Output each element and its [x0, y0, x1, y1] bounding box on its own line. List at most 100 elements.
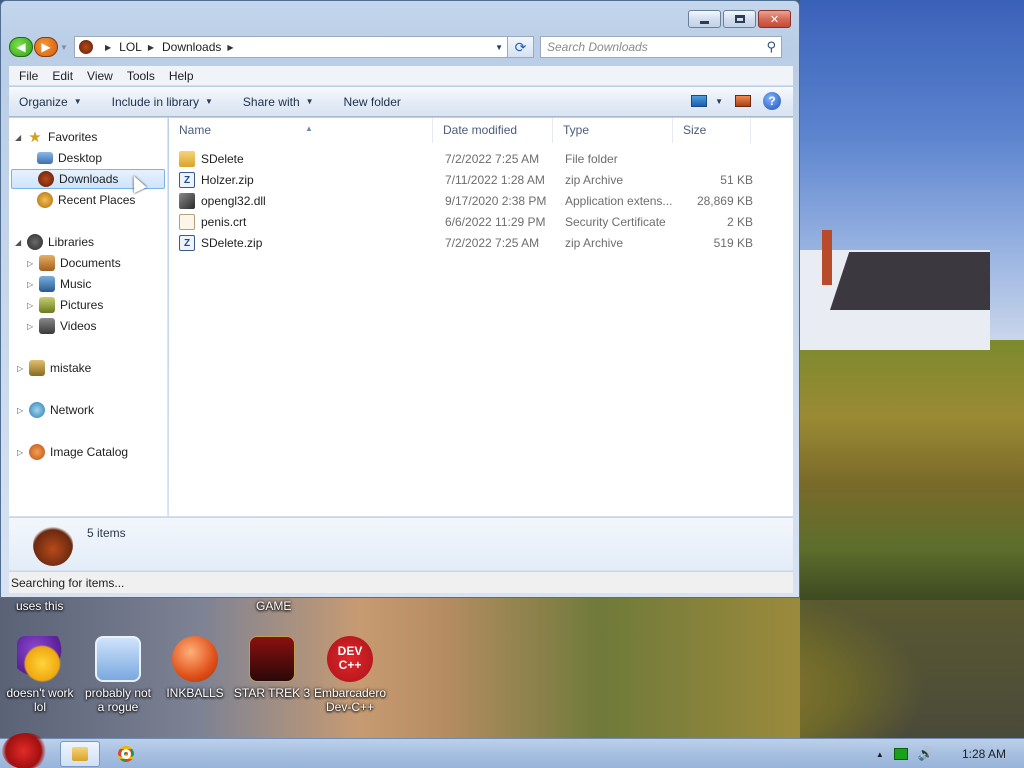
column-header-date-modified[interactable]: Date modified [433, 118, 553, 143]
devcpp-logo-text: C++ [338, 658, 362, 672]
collapse-icon[interactable]: ◢ [15, 238, 25, 247]
include-in-library-button[interactable]: Include in library ▼ [112, 95, 213, 109]
table-row[interactable]: SDelete 7/2/2022 7:25 AM File folder [179, 149, 753, 169]
expand-icon[interactable]: ▷ [27, 322, 37, 331]
volume-icon[interactable]: 🔊 [918, 746, 934, 762]
details-pane: 5 items [9, 517, 793, 570]
menu-tools[interactable]: Tools [121, 69, 161, 83]
search-icon[interactable]: ⚲ [766, 39, 776, 55]
tree-libraries[interactable]: ◢ Libraries [15, 232, 94, 252]
tree-favorites[interactable]: ◢ ★ Favorites [15, 127, 97, 147]
breadcrumb-downloads[interactable]: Downloads [162, 40, 221, 54]
share-with-button[interactable]: Share with ▼ [243, 95, 314, 109]
file-name: opengl32.dll [201, 194, 266, 208]
menu-view[interactable]: View [81, 69, 119, 83]
show-hidden-icons-icon[interactable]: ▲ [876, 750, 884, 759]
tree-recent-places[interactable]: Recent Places [37, 190, 135, 210]
chevron-down-icon: ▼ [60, 42, 68, 52]
tree-label: mistake [50, 361, 92, 375]
recent-pages-button[interactable]: ▼ [60, 43, 70, 52]
new-folder-button[interactable]: New folder [344, 95, 401, 109]
expand-icon[interactable]: ▷ [17, 364, 27, 373]
taskbar-chrome-button[interactable] [106, 741, 146, 767]
file-type: Security Certificate [565, 215, 666, 229]
maximize-button[interactable] [723, 10, 756, 28]
expand-icon[interactable]: ▷ [27, 259, 37, 268]
desktop-icon-inkballs[interactable]: INKBALLS [155, 636, 235, 700]
forward-button[interactable]: ▶ [34, 37, 58, 57]
network-status-icon[interactable] [893, 748, 908, 760]
expand-icon[interactable]: ▷ [17, 406, 27, 415]
expand-icon[interactable]: ▷ [17, 448, 27, 457]
breadcrumb-lol[interactable]: LOL [119, 40, 142, 54]
start-button[interactable] [2, 733, 50, 768]
table-row[interactable]: Z Holzer.zip 7/11/2022 1:28 AM zip Archiv… [179, 170, 753, 190]
expand-icon[interactable]: ▷ [27, 280, 37, 289]
chevron-down-icon: ▼ [73, 97, 82, 106]
file-type: File folder [565, 152, 618, 166]
column-header-label: Size [683, 123, 707, 137]
menu-help[interactable]: Help [163, 69, 200, 83]
command-bar: Organize ▼ Include in library ▼ Share with… [9, 87, 793, 117]
tree-documents[interactable]: ▷ Documents [27, 253, 121, 273]
breadcrumb-separator-icon[interactable]: ▶ [227, 43, 233, 52]
desktop-icon-devcpp[interactable]: DEV C++ Embarcadero Dev-C++ [310, 636, 390, 714]
file-type: zip Archive [565, 173, 624, 187]
search-box[interactable]: ⚲ [540, 36, 782, 58]
expand-icon[interactable]: ▷ [27, 301, 37, 310]
table-row[interactable]: penis.crt 6/6/2022 11:29 PM Security Cer… [179, 212, 753, 232]
organize-label: Organize [19, 94, 68, 109]
tree-music[interactable]: ▷ Music [27, 274, 91, 294]
folder-icon [72, 747, 88, 761]
menu-file[interactable]: File [13, 69, 44, 83]
breadcrumb-separator-icon[interactable]: ▶ [148, 43, 154, 52]
refresh-button[interactable]: ⟳ [508, 36, 534, 58]
view-controls: ▼ ? [691, 92, 781, 110]
tree-label: Pictures [60, 298, 104, 312]
column-header-size[interactable]: Size [673, 118, 751, 143]
tree-label: Downloads [59, 172, 119, 186]
back-button[interactable]: ◀ [9, 37, 33, 57]
collapse-icon[interactable]: ◢ [15, 133, 25, 142]
minimize-button[interactable] [688, 10, 721, 28]
desktop-icon-label: INKBALLS [166, 686, 224, 700]
column-header-type[interactable]: Type [553, 118, 673, 143]
tree-desktop[interactable]: Desktop [37, 148, 102, 168]
desktop-icon-label-game[interactable]: GAME [256, 599, 291, 613]
desktop-icon-rogue[interactable]: probably not a rogue [78, 636, 158, 714]
help-icon[interactable]: ? [763, 92, 781, 110]
startrek-icon [249, 636, 295, 682]
desktop-icon-yahoo[interactable]: doesn't work lol [0, 636, 80, 714]
table-row[interactable]: Z SDelete.zip 7/2/2022 7:25 AM zip Archiv… [179, 233, 753, 253]
breadcrumb-separator-icon[interactable]: ▶ [105, 43, 111, 52]
desktop-icon-startrek[interactable]: STAR TREK 3 [232, 636, 312, 700]
desktop-icon-label-partial[interactable]: uses this [16, 599, 63, 613]
address-dropdown-icon[interactable]: ▼ [495, 43, 503, 52]
table-row[interactable]: opengl32.dll 9/17/2020 2:38 PM Applicati… [179, 191, 753, 211]
yahoo-messenger-icon [17, 636, 63, 682]
taskbar-explorer-button[interactable] [60, 741, 100, 767]
organize-button[interactable]: Organize ▼ [19, 95, 82, 109]
tree-label: Libraries [48, 235, 95, 249]
tree-label: Desktop [58, 151, 103, 165]
file-type: Application extens... [565, 194, 673, 208]
tree-label: Favorites [48, 130, 98, 144]
desktop-icon-label: STAR TREK 3 [233, 686, 311, 700]
file-size: 28,869 KB [696, 194, 753, 208]
menu-edit[interactable]: Edit [46, 69, 79, 83]
tree-network[interactable]: ▷ Network [17, 400, 94, 420]
desktop-icon-label: a rogue [97, 700, 139, 714]
tree-mistake[interactable]: ▷ mistake [17, 358, 91, 378]
address-bar[interactable]: ▶ LOL ▶ Downloads ▶ ▼ [74, 36, 508, 58]
column-header-name[interactable]: Name ▲ [169, 118, 433, 143]
column-headers: Name ▲ Date modified Type Size [169, 118, 761, 143]
preview-pane-button[interactable] [735, 95, 751, 107]
close-button[interactable]: ✕ [758, 10, 791, 28]
clock[interactable]: 1:28 AM [956, 747, 1012, 761]
tree-pictures[interactable]: ▷ Pictures [27, 295, 103, 315]
tree-image-catalog[interactable]: ▷ Image Catalog [17, 442, 128, 462]
tree-label: Image Catalog [50, 445, 129, 459]
tree-videos[interactable]: ▷ Videos [27, 316, 96, 336]
change-view-button[interactable]: ▼ [691, 95, 723, 107]
search-input[interactable] [547, 40, 747, 54]
